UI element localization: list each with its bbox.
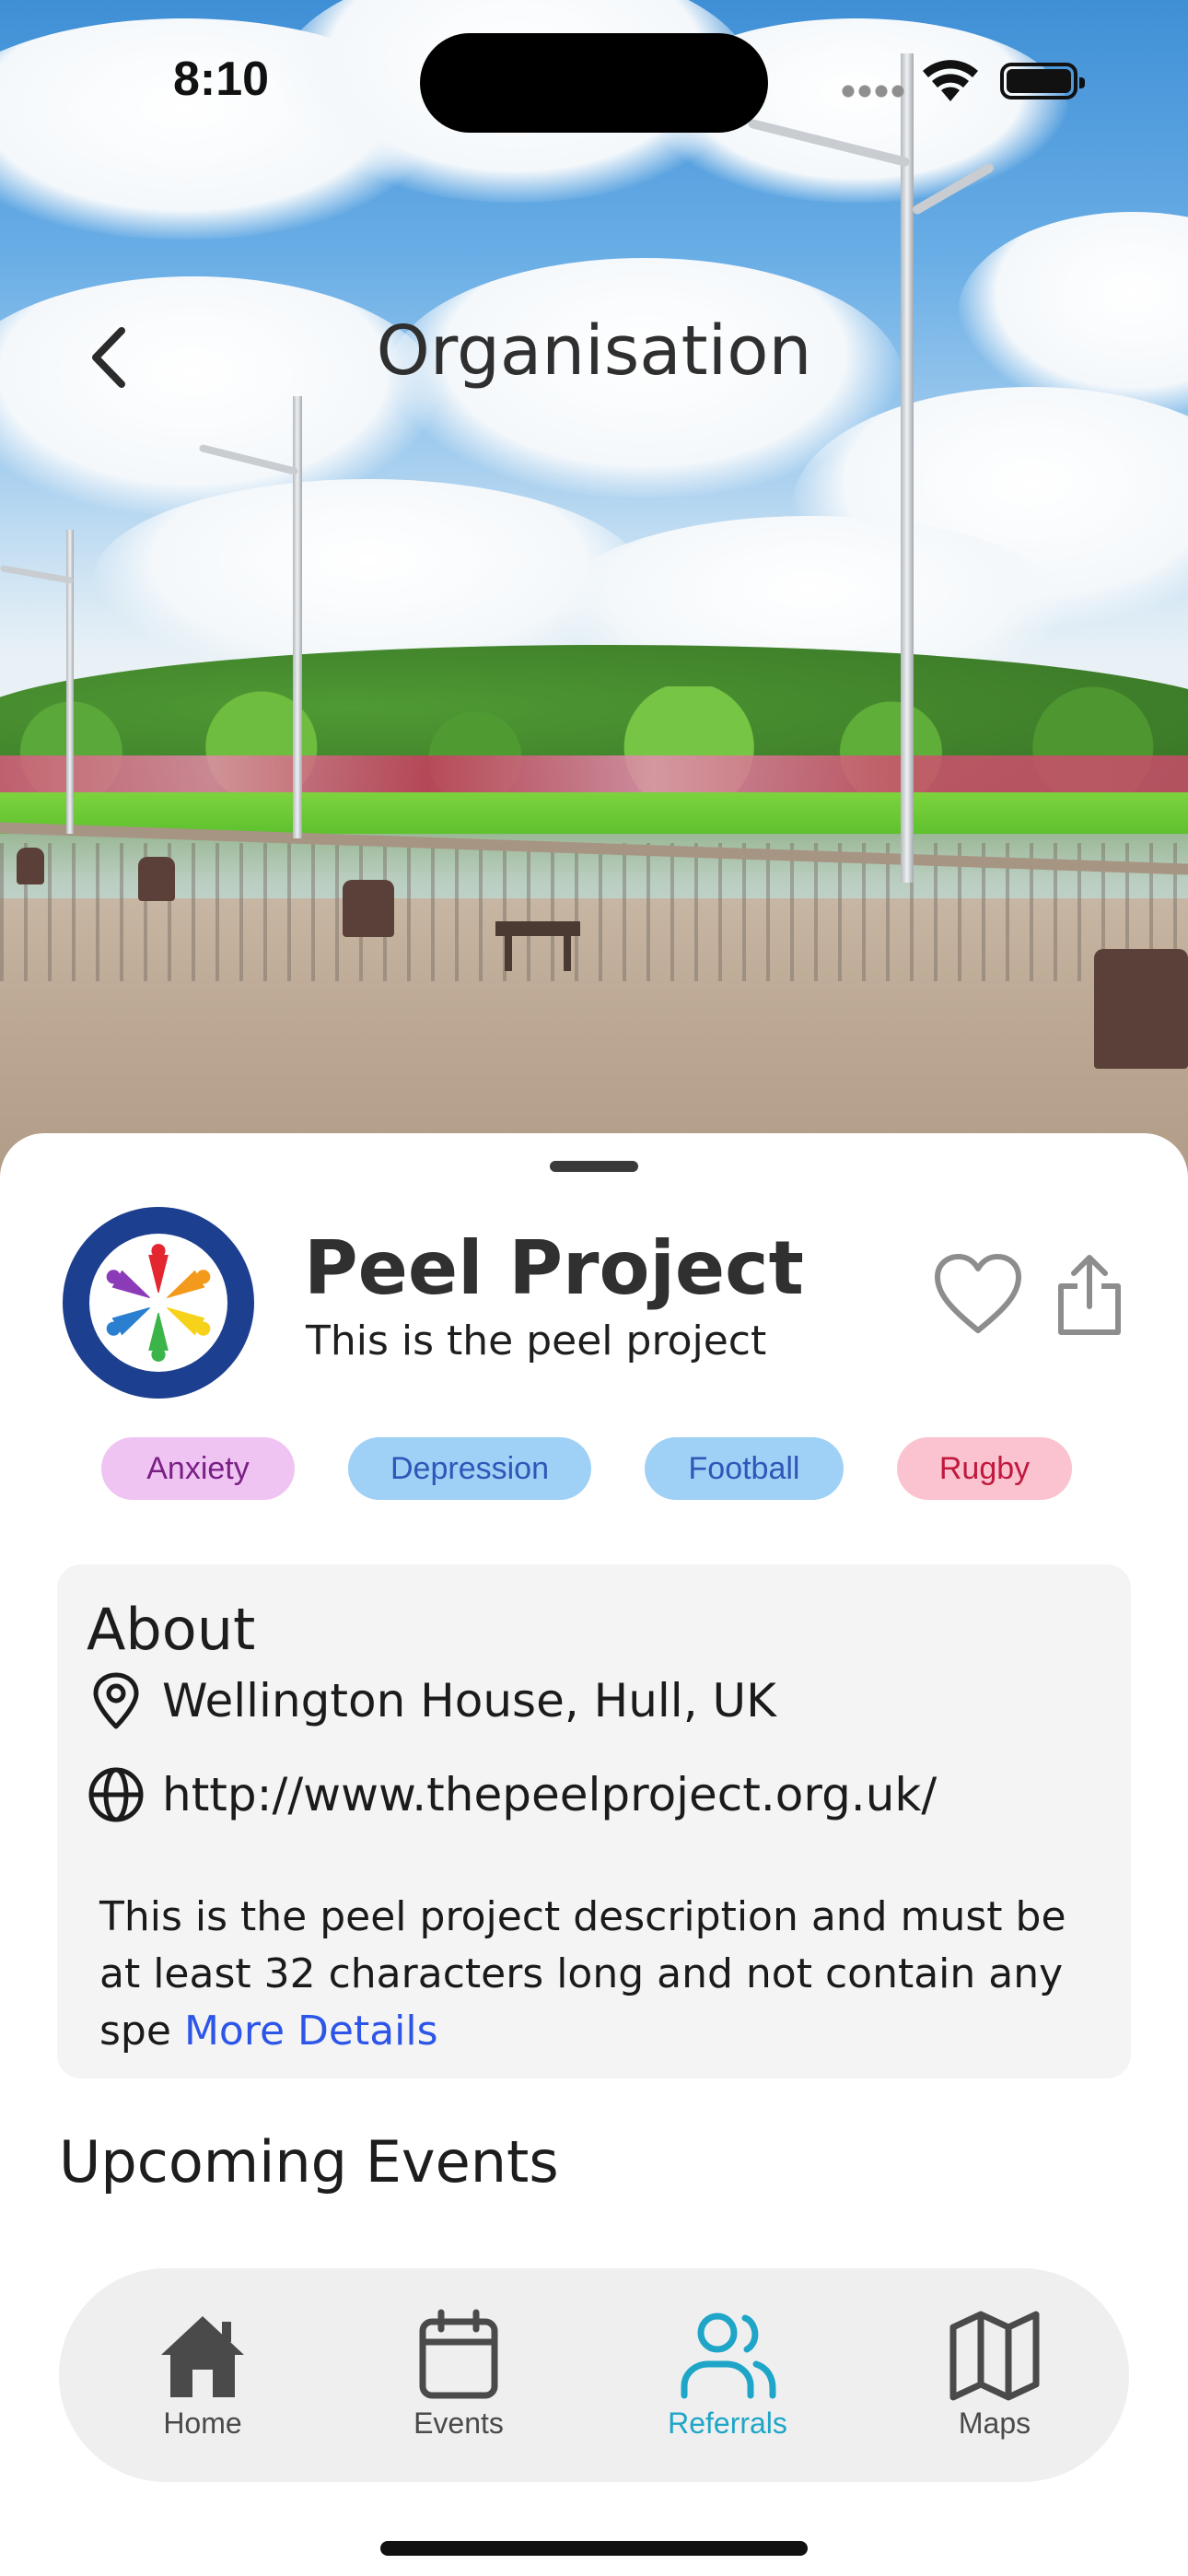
location-pin-icon [93, 1672, 139, 1729]
calendar-icon [419, 2309, 498, 2399]
home-icon [161, 2316, 244, 2397]
page-title: Organisation [376, 311, 812, 391]
about-description: This is the peel project description and… [99, 1889, 1094, 2060]
tab-label: Events [413, 2406, 504, 2440]
share-button[interactable] [1055, 1253, 1124, 1338]
tab-label: Home [163, 2406, 242, 2440]
organisation-subtitle: This is the peel project [306, 1317, 767, 1364]
upcoming-events-heading: Upcoming Events [59, 2128, 559, 2195]
battery-icon [1000, 63, 1085, 100]
users-icon [681, 2313, 776, 2399]
status-time: 8:10 [173, 53, 270, 106]
tab-bar: Home Events Referrals Maps [59, 2268, 1129, 2482]
tag-anxiety[interactable]: Anxiety [101, 1437, 295, 1500]
website-row[interactable]: http://www.thepeelproject.org.uk/ [87, 1758, 937, 1832]
tag-list: Anxiety Depression Football Rugby [0, 1437, 1188, 1502]
tag-football[interactable]: Football [645, 1437, 844, 1500]
dynamic-island [420, 33, 768, 133]
tab-maps[interactable]: Maps [903, 2309, 1087, 2456]
tab-label: Maps [958, 2406, 1031, 2440]
tab-referrals[interactable]: Referrals [635, 2309, 820, 2456]
organisation-name: Peel Project [304, 1225, 804, 1311]
tab-home[interactable]: Home [111, 2309, 295, 2456]
tag-depression[interactable]: Depression [348, 1437, 591, 1500]
heart-outline-icon [935, 1254, 1021, 1333]
wifi-icon [923, 60, 978, 101]
location-row[interactable]: Wellington House, Hull, UK [87, 1664, 776, 1738]
tab-label: Referrals [668, 2406, 787, 2440]
tag-label: Football [688, 1450, 800, 1486]
about-card: About Wellington House, Hull, UK http://… [57, 1564, 1131, 2078]
tag-label: Rugby [938, 1450, 1031, 1486]
more-details-link[interactable]: More Details [184, 2008, 438, 2055]
map-icon [949, 2311, 1040, 2401]
location-text: Wellington House, Hull, UK [162, 1674, 776, 1727]
tag-label: Anxiety [146, 1450, 250, 1486]
home-indicator[interactable] [380, 2541, 808, 2556]
favorite-button[interactable] [932, 1253, 1024, 1336]
tab-events[interactable]: Events [367, 2309, 551, 2456]
share-icon [1058, 1255, 1121, 1335]
community-logo-icon [106, 1244, 211, 1362]
about-heading: About [87, 1596, 256, 1663]
cellular-signal-icon [840, 85, 904, 98]
globe-icon [88, 1767, 144, 1822]
tag-rugby[interactable]: Rugby [897, 1437, 1072, 1500]
tag-label: Depression [390, 1450, 549, 1486]
organisation-logo [63, 1207, 254, 1399]
website-link: http://www.thepeelproject.org.uk/ [162, 1768, 938, 1821]
sheet-grabber[interactable] [550, 1161, 638, 1172]
hero-image [0, 0, 1188, 1179]
